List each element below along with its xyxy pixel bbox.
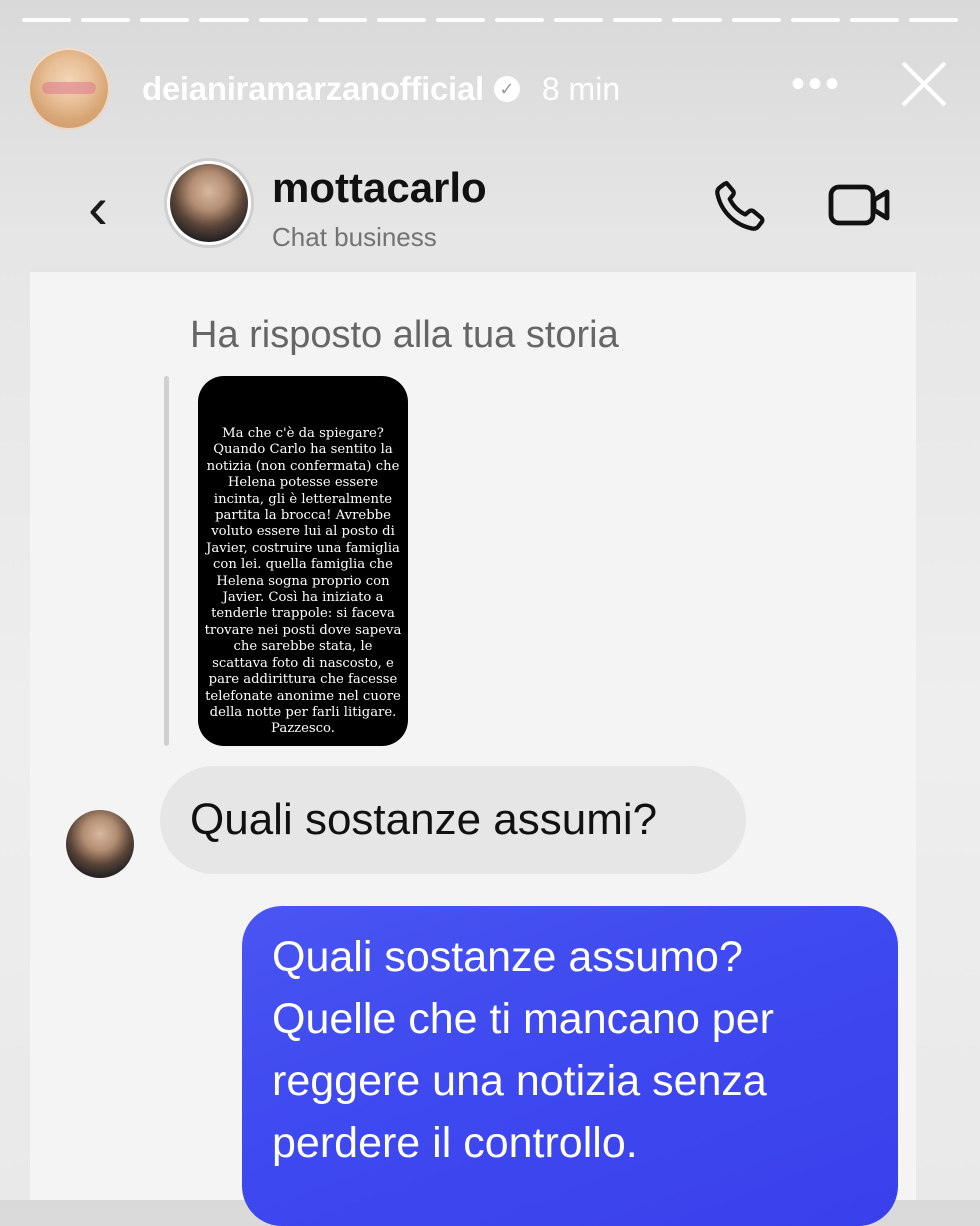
chat-thread: Ha risposto alla tua storia Ma che c'è d… bbox=[30, 272, 916, 1226]
sender-avatar[interactable] bbox=[66, 810, 134, 878]
story-progress-segment bbox=[376, 18, 426, 22]
story-reply-thumbnail[interactable]: Ma che c'è da spiegare? Quando Carlo ha … bbox=[198, 376, 408, 746]
story-progress-segment bbox=[435, 18, 485, 22]
chat-header: ‹ mottacarlo Chat business bbox=[30, 150, 916, 272]
story-progress-segment bbox=[199, 18, 249, 22]
story-progress-segment bbox=[554, 18, 604, 22]
verified-badge-icon: ✓ bbox=[493, 76, 520, 102]
more-options-icon[interactable]: ••• bbox=[791, 64, 842, 104]
back-chevron-icon[interactable]: ‹ bbox=[88, 178, 108, 238]
incoming-message-bubble[interactable]: Quali sostanze assumi? bbox=[160, 766, 746, 874]
contact-avatar[interactable] bbox=[164, 158, 254, 248]
story-reply-label: Ha risposto alla tua storia bbox=[190, 314, 619, 356]
story-author-avatar[interactable] bbox=[28, 48, 110, 130]
story-progress-bar bbox=[22, 18, 958, 23]
story-progress-segment bbox=[81, 18, 131, 22]
story-progress-segment bbox=[731, 18, 781, 22]
story-progress-segment bbox=[140, 18, 190, 22]
reply-indicator-bar bbox=[164, 376, 169, 746]
outgoing-message-text: Quali sostanze assumo? Quelle che ti man… bbox=[272, 933, 774, 1167]
contact-subtitle: Chat business bbox=[272, 222, 437, 252]
story-username[interactable]: deianiramarzanofficial bbox=[142, 70, 484, 108]
video-camera-icon[interactable] bbox=[828, 180, 892, 230]
story-progress-segment bbox=[908, 18, 958, 22]
incoming-message-text: Quali sostanze assumi? bbox=[190, 795, 658, 844]
story-progress-segment bbox=[258, 18, 308, 22]
contact-avatar-image bbox=[170, 164, 248, 242]
story-progress-segment bbox=[613, 18, 663, 22]
story-progress-segment bbox=[849, 18, 899, 22]
story-progress-segment bbox=[790, 18, 840, 22]
story-timestamp: 8 min bbox=[541, 70, 621, 107]
story-progress-segment bbox=[672, 18, 722, 22]
story-progress-segment bbox=[317, 18, 367, 22]
story-progress-segment bbox=[495, 18, 545, 22]
story-progress-segment bbox=[22, 18, 72, 22]
phone-icon[interactable] bbox=[710, 176, 770, 236]
story-header: deianiramarzanofficial ✓ 8 min ••• bbox=[28, 44, 952, 134]
outgoing-message-bubble[interactable]: Quali sostanze assumo? Quelle che ti man… bbox=[242, 906, 898, 1226]
close-icon[interactable] bbox=[896, 56, 952, 112]
story-thumbnail-text: Ma che c'è da spiegare? Quando Carlo ha … bbox=[204, 426, 402, 737]
contact-name[interactable]: mottacarlo bbox=[272, 164, 487, 212]
